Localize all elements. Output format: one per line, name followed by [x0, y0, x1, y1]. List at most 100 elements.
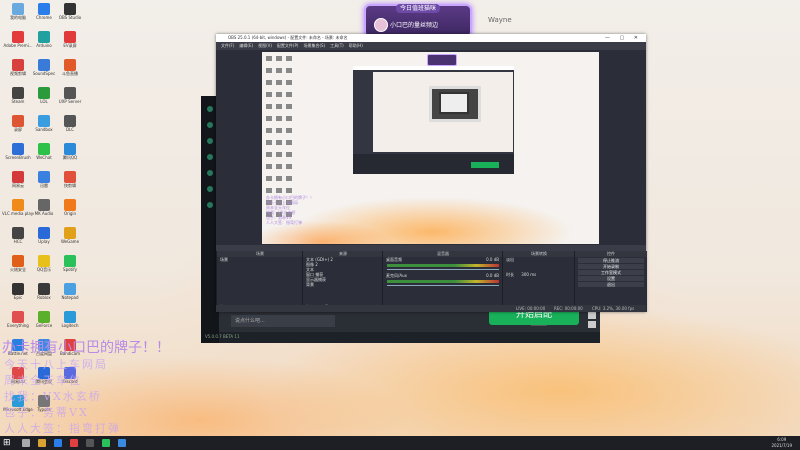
sidebar-wifi-icon[interactable] [207, 186, 213, 192]
app-icon [64, 87, 76, 99]
sidebar-room-icon[interactable] [207, 122, 213, 128]
side-tool-buttons [588, 312, 598, 332]
transition-type[interactable]: 淡出 [503, 257, 575, 262]
app-version: V5.0.0.7 BETA 11 [205, 334, 240, 339]
app-icon [38, 199, 50, 211]
nested-titlebar [353, 66, 514, 70]
obs-statusbar: LIVE: 00:00:00 REC: 00:00:00 CPU: 3.2%, … [216, 305, 646, 312]
desktop-icon[interactable]: 腾讯QQ [54, 143, 86, 160]
tool-button-2[interactable] [588, 321, 596, 328]
menu-item[interactable]: 编辑(E) [239, 43, 253, 48]
preview-icon [276, 128, 282, 133]
obs-taskbar-icon[interactable] [86, 439, 94, 447]
desktop-icon-label: Logitech [61, 323, 79, 328]
preview-icon [266, 92, 272, 97]
control-button[interactable]: 开始录制 [578, 264, 644, 269]
desktop-icon-label: 快剪辑 [64, 183, 76, 188]
desktop-icon-label: 斗鱼直播 [62, 71, 78, 76]
nested-green-button [471, 162, 499, 168]
app-icon [64, 115, 76, 127]
desktop-icon-label: Origin [63, 211, 77, 216]
mic-audio-slider[interactable] [387, 285, 499, 286]
menu-item[interactable]: 帮助(H) [349, 43, 363, 48]
mixer-channel-desktop: 桌面音频 0.0 dB [386, 257, 499, 262]
app-icon [12, 227, 24, 239]
menu-item[interactable]: 场景集合(S) [303, 43, 325, 48]
sidebar-settings-icon[interactable] [207, 202, 213, 208]
app-taskbar-icon-1[interactable] [70, 439, 78, 447]
preview-icon [286, 68, 292, 73]
status-rec: REC: 00:00:00 [554, 306, 583, 311]
preview-icon [266, 128, 272, 133]
app-icon [12, 3, 24, 15]
desktop-icon[interactable]: EV录屏 [54, 31, 86, 48]
preview-icon [276, 92, 282, 97]
app-taskbar-icon-3[interactable] [118, 439, 126, 447]
obs-preview[interactable]: 办卡拥有小口巴的牌子！！ 今天十八上车网局 周末全天车位 找我：VX水玄桥 包子：务蒂V… [262, 52, 599, 244]
window-controls[interactable]: — ▢ ✕ [605, 34, 642, 42]
sidebar-data-icon[interactable] [207, 170, 213, 176]
control-button[interactable]: 停止推流 [578, 258, 644, 263]
nested-banner [427, 54, 457, 66]
taskbar-clock: 6:09 2021/7/19 [771, 437, 792, 448]
desktop-icon[interactable]: 快剪辑 [54, 171, 86, 188]
desktop-icon[interactable]: Origin [54, 199, 86, 216]
preview-overlay-line: 人人大签：指弯打弹 [266, 220, 302, 225]
desktop-icon[interactable]: WeGame [54, 227, 86, 244]
app-icon [64, 199, 76, 211]
sidebar-gift-icon[interactable] [207, 138, 213, 144]
control-button[interactable]: 设置 [578, 276, 644, 281]
preview-icon [286, 116, 292, 121]
obs-menubar: 文件(F) 编辑(E) 视图(V) 配置文件(P) 场景集合(S) 工具(T) 帮助(H) [216, 42, 646, 50]
preview-icon [266, 56, 272, 61]
overlay-line: 找我：VX水玄桥 [4, 390, 102, 403]
mixer-channel-mic: 麦克风/Aux 0.0 dB [386, 273, 499, 278]
search-icon[interactable] [22, 439, 30, 447]
menu-item[interactable]: 配置文件(P) [277, 43, 299, 48]
desktop-audio-meter [387, 264, 499, 267]
avatar [374, 18, 388, 32]
file-explorer-icon[interactable] [38, 439, 46, 447]
obs-window: OBS 25.0.1 (64-bit, windows) - 配置文件: 未命名… [216, 34, 647, 312]
desktop-icon[interactable]: UXP Server [54, 87, 86, 104]
preview-icon [286, 104, 292, 109]
chat-input[interactable]: 说点什么吧... [231, 315, 335, 327]
desktop-icon[interactable]: Logitech [54, 311, 86, 328]
app-icon [12, 283, 24, 295]
mic-audio-meter [387, 280, 499, 283]
control-button[interactable]: 退出 [578, 282, 644, 287]
sidebar-fans-icon[interactable] [207, 154, 213, 160]
preview-icon [266, 152, 272, 157]
tool-button-1[interactable] [588, 312, 596, 319]
desktop-icon[interactable]: Notepad [54, 283, 86, 300]
preview-icon [276, 152, 282, 157]
preview-icon [266, 116, 272, 121]
menu-item[interactable]: 工具(T) [330, 43, 344, 48]
app-icon [64, 255, 76, 267]
app-icon [64, 171, 76, 183]
sources-dock: 来源 文本 (GDI+) 2图像 2文本窗口 捕获显示器捕获背景 + − ⚙ ∧… [302, 251, 383, 312]
app-icon [64, 283, 76, 295]
windows-start-icon[interactable]: ⊞ [3, 438, 13, 448]
transition-duration[interactable]: 时长 300 ms [503, 272, 575, 277]
chrome-taskbar-icon[interactable] [54, 439, 62, 447]
app-taskbar-icon-2[interactable] [102, 439, 110, 447]
menu-item[interactable]: 视图(V) [258, 43, 272, 48]
scene-item[interactable]: 场景 [217, 257, 303, 262]
sidebar-home-icon[interactable] [207, 106, 213, 112]
overlay-line: 人人大签：指弯打弹 [4, 422, 121, 435]
menu-item[interactable]: 文件(F) [221, 43, 234, 48]
preview-icon [286, 80, 292, 85]
desktop-icon[interactable]: DLC [54, 115, 86, 132]
desktop-icon[interactable]: Spotify [54, 255, 86, 272]
desktop-audio-slider[interactable] [387, 269, 499, 270]
app-icon [38, 3, 50, 15]
controls-dock: 控件 停止推流 开始录制 工作室模式 设置 退出 [574, 251, 647, 312]
app-icon [38, 59, 50, 71]
control-button[interactable]: 工作室模式 [578, 270, 644, 275]
app-icon [64, 227, 76, 239]
source-item[interactable]: 背景 [303, 282, 383, 287]
desktop-icon[interactable]: OBS Studio [54, 3, 86, 20]
app-icon [12, 171, 24, 183]
desktop-icon[interactable]: 斗鱼直播 [54, 59, 86, 76]
